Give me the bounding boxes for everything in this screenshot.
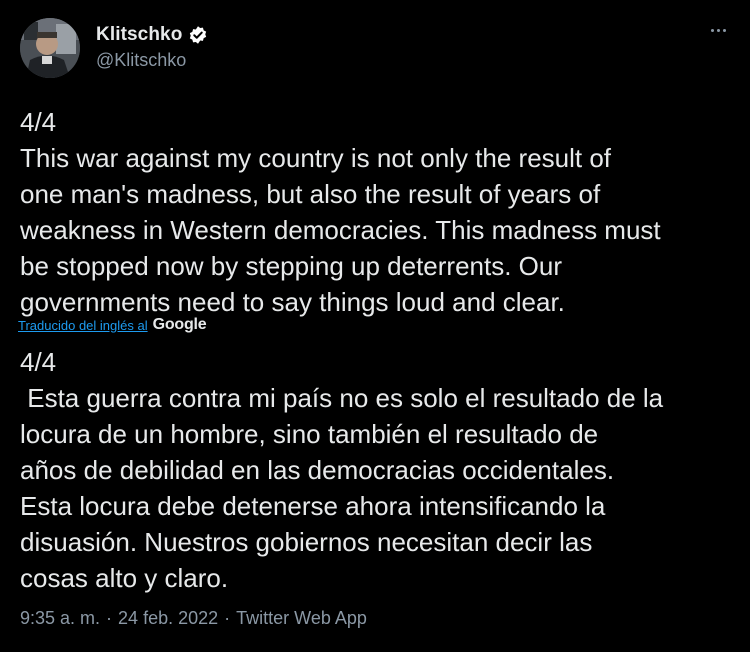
tweet-metadata: 9:35 a. m. · 24 feb. 2022 · Twitter Web … (20, 608, 367, 629)
translated-text: 4/4 Esta guerra contra mi país no es sol… (20, 347, 664, 593)
verified-badge-icon (188, 25, 208, 45)
avatar[interactable] (20, 18, 80, 78)
display-name-row: Klitschko (96, 23, 208, 47)
avatar-image (20, 18, 80, 78)
more-options-icon[interactable] (704, 20, 732, 40)
tweet-text: 4/4 This war against my country is not o… (20, 107, 661, 317)
author-block: Klitschko @Klitschko (96, 23, 208, 71)
translation-attribution: Traducido del inglés al Google (18, 314, 207, 336)
meta-separator: · (106, 608, 113, 628)
google-logo: Google (152, 316, 207, 333)
tweet-card: Klitschko @Klitschko 4/4 This war agains… (0, 0, 750, 652)
tweet-header: Klitschko @Klitschko (20, 18, 732, 80)
translation-link[interactable]: Traducido del inglés al (18, 318, 148, 333)
meta-separator: · (224, 608, 231, 628)
tweet-time[interactable]: 9:35 a. m. (20, 608, 100, 629)
display-name[interactable]: Klitschko (96, 24, 182, 46)
author-handle[interactable]: @Klitschko (96, 50, 208, 71)
tweet-source[interactable]: Twitter Web App (236, 608, 367, 629)
tweet-date[interactable]: 24 feb. 2022 (118, 608, 218, 629)
